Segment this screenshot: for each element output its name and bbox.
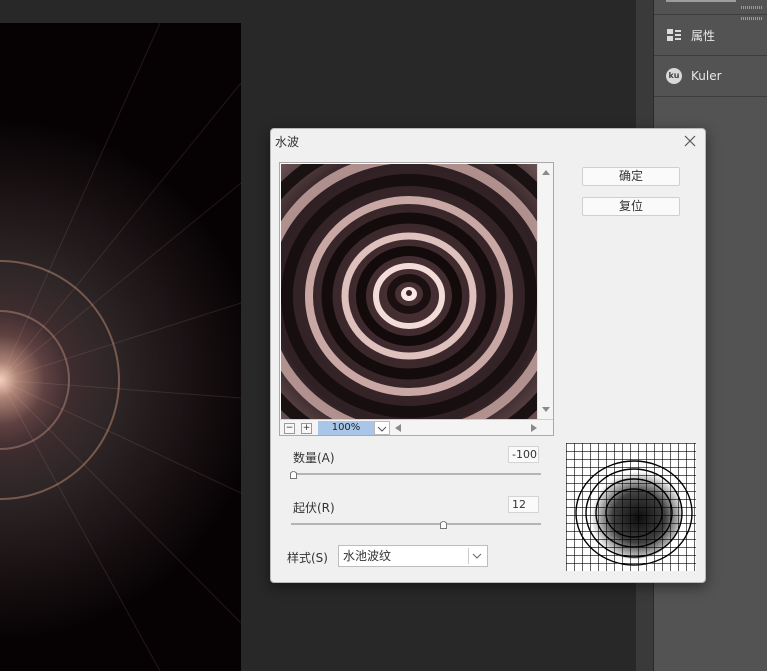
scroll-down-icon[interactable] <box>542 407 550 412</box>
chevron-down-icon <box>377 426 387 432</box>
ridges-label: 起伏(R) <box>293 501 335 515</box>
displacement-grid-preview <box>566 443 696 571</box>
ridges-slider-track[interactable] <box>291 523 541 525</box>
close-button[interactable] <box>683 134 697 148</box>
ridges-input[interactable]: 12 <box>508 496 539 513</box>
close-icon <box>684 135 696 147</box>
preview-toolbar: − + 100% <box>280 419 553 435</box>
dialog-title: 水波 <box>275 135 300 149</box>
panel-label-cut <box>666 0 736 2</box>
reset-button[interactable]: 复位 <box>582 197 680 216</box>
kuler-icon: ku <box>666 68 682 84</box>
scroll-left-icon[interactable] <box>395 424 401 432</box>
scroll-arrows <box>542 170 550 412</box>
style-label: 样式(S) <box>287 551 328 565</box>
preview-image[interactable] <box>281 164 537 420</box>
horizontal-scroll-arrows <box>395 424 537 432</box>
zoom-out-button[interactable]: − <box>284 423 295 434</box>
zigzag-dialog: 水波 − + 100% 确定 复位 数量(A) -100 起伏(R) 12 样式… <box>270 128 706 583</box>
zoom-dropdown[interactable] <box>374 421 390 435</box>
amount-label: 数量(A) <box>293 451 335 465</box>
grip-handle[interactable] <box>741 6 763 9</box>
style-select[interactable]: 水池波纹 <box>338 545 488 567</box>
properties-icon <box>666 27 682 43</box>
lens-flare-rays <box>0 23 241 671</box>
panel-row-cut <box>654 0 767 15</box>
ripple-preview-graphic <box>281 164 537 420</box>
panel-item-label: 属性 <box>691 28 716 43</box>
preview-vertical-scrollbar[interactable] <box>537 163 553 419</box>
grip-handle[interactable] <box>741 17 763 20</box>
scroll-up-icon[interactable] <box>542 170 550 175</box>
amount-input[interactable]: -100 <box>508 446 539 463</box>
amount-slider-thumb[interactable] <box>289 471 297 479</box>
zoom-in-button[interactable]: + <box>301 423 312 434</box>
ripple-grid-graphic <box>566 443 696 571</box>
document-canvas[interactable] <box>0 23 241 671</box>
panel-item-properties[interactable]: 属性 <box>654 15 767 56</box>
panel-item-kuler[interactable]: ku Kuler <box>654 56 767 97</box>
panel-item-label: Kuler <box>691 69 722 83</box>
ok-button[interactable]: 确定 <box>582 167 680 186</box>
filter-preview[interactable]: − + 100% <box>279 162 554 436</box>
style-selected-value: 水池波纹 <box>343 549 392 563</box>
ridges-slider-thumb[interactable] <box>439 521 447 529</box>
chevron-down-icon <box>472 553 482 559</box>
zoom-level[interactable]: 100% <box>318 421 374 435</box>
select-separator <box>468 548 469 564</box>
scroll-right-icon[interactable] <box>531 424 537 432</box>
kuler-badge: ku <box>666 68 682 84</box>
amount-slider-track[interactable] <box>291 473 541 475</box>
